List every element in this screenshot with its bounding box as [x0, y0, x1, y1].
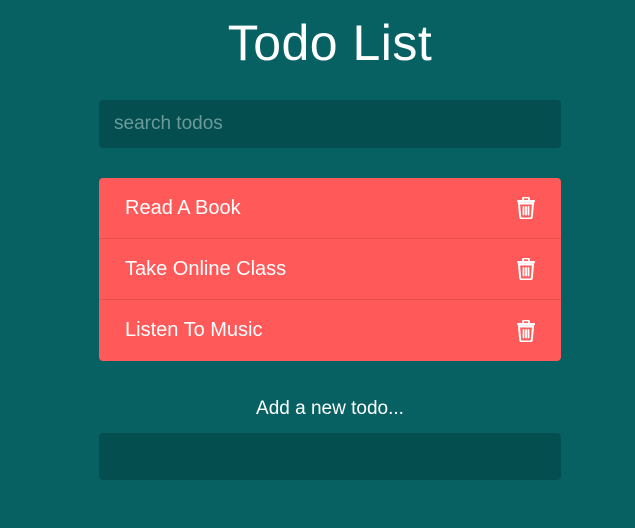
todo-list: Read A Book Take Online Class Listen To …: [99, 178, 561, 361]
add-todo-label: Add a new todo...: [256, 398, 404, 419]
todo-text: Listen To Music: [125, 319, 263, 341]
list-item: Listen To Music: [99, 300, 561, 361]
trash-icon[interactable]: [516, 319, 536, 342]
add-todo-input[interactable]: [99, 433, 561, 480]
todo-text: Take Online Class: [125, 257, 287, 280]
page-title: Todo List: [227, 15, 433, 71]
todo-text: Read A Book: [125, 196, 241, 219]
trash-icon[interactable]: [516, 197, 536, 219]
trash-icon[interactable]: [516, 258, 536, 280]
search-input[interactable]: [99, 100, 561, 148]
list-item: Read A Book: [99, 178, 561, 239]
list-item: Take Online Class: [99, 239, 561, 300]
